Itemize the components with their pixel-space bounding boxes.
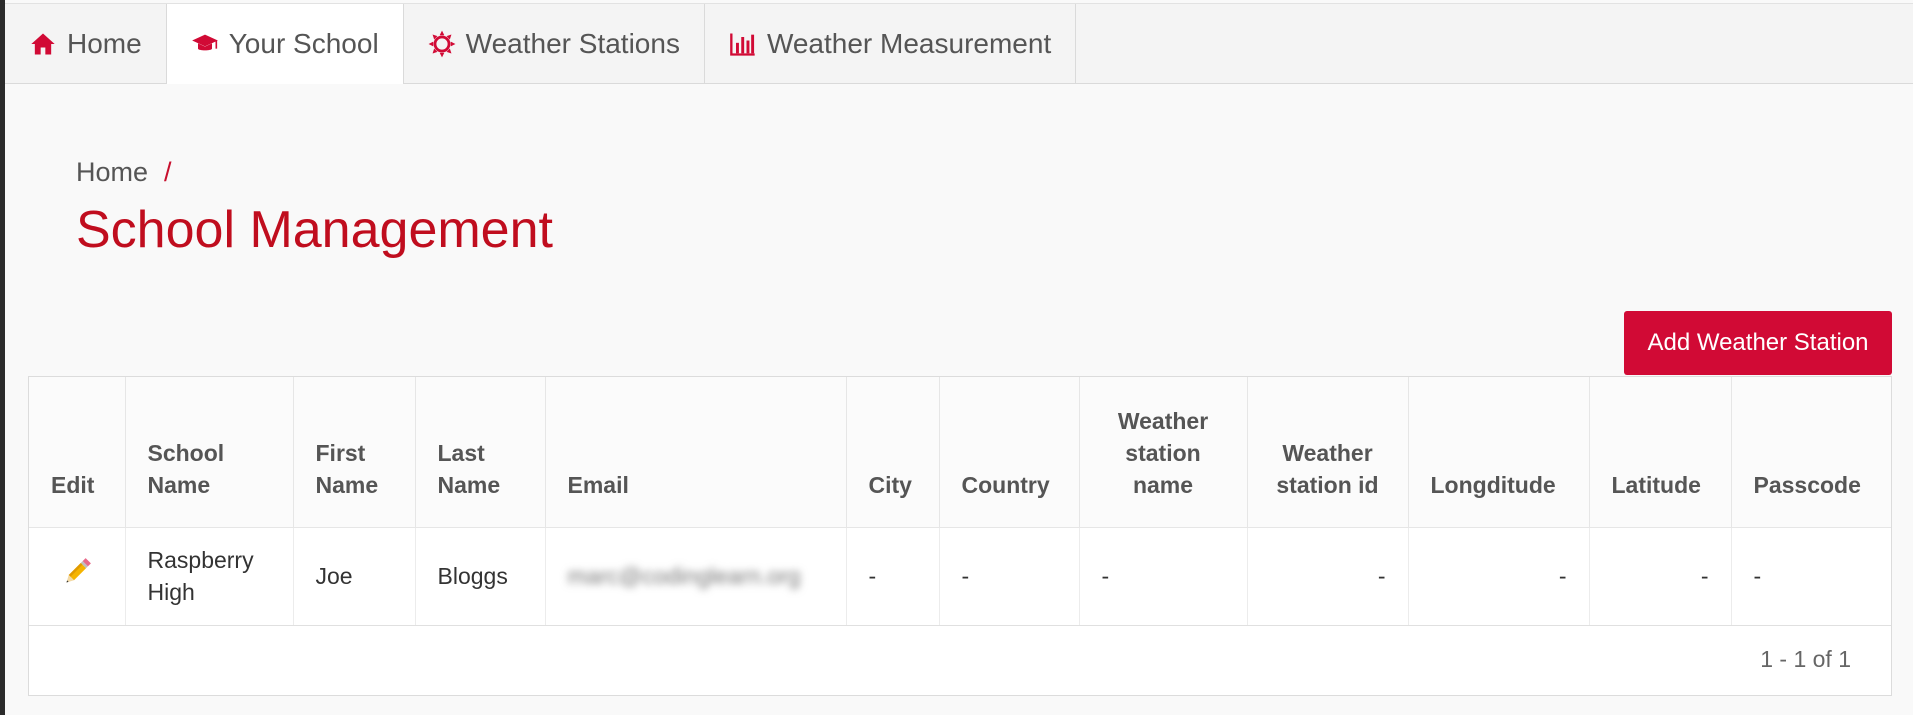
column-header-email: Email [545,377,847,528]
cell-passcode: - [1731,527,1891,626]
cell-last-name: Bloggs [415,527,546,626]
breadcrumb-home-link[interactable]: Home [76,157,148,188]
column-header-country: Country [939,377,1080,528]
cell-school-name: Raspberry High [125,527,294,626]
column-header-first-name: First Name [293,377,416,528]
tab-home[interactable]: Home [5,4,167,83]
pencil-edit-icon[interactable] [60,555,94,589]
tab-weather-measurement[interactable]: Weather Measurement [705,4,1077,83]
column-header-latitude: Latitude [1589,377,1732,528]
column-header-city: City [846,377,940,528]
tab-your-school[interactable]: Your School [166,4,404,84]
column-header-school-name: School Name [125,377,294,528]
edit-cell [29,527,126,626]
page-title: School Management [76,201,553,259]
breadcrumb: Home / [76,157,172,188]
cell-first-name: Joe [293,527,416,626]
column-header-edit: Edit [29,377,126,528]
cell-city: - [846,527,940,626]
column-header-passcode: Passcode [1731,377,1891,528]
column-header-last-name: Last Name [415,377,546,528]
top-navigation: Home Your School Weather Stations Weathe… [5,3,1913,84]
cell-station-name: - [1079,527,1248,626]
breadcrumb-separator: / [164,157,172,187]
tab-weather-stations[interactable]: Weather Stations [404,4,705,83]
cell-longitude: - [1408,527,1590,626]
cell-latitude: - [1589,527,1732,626]
column-header-longitude: Longditude [1408,377,1590,528]
graduation-cap-icon [191,30,219,58]
email-value: marc@codinglearn.org [567,563,801,589]
window-edge [0,0,5,715]
home-icon [29,30,57,58]
pagination-info: 1 - 1 of 1 [1760,646,1851,672]
tab-your-school-label: Your School [228,28,379,59]
cell-country: - [939,527,1080,626]
add-weather-station-button[interactable]: Add Weather Station [1624,311,1892,375]
tab-weather-stations-label: Weather Stations [465,27,680,59]
column-header-station-id: Weather station id [1247,377,1409,528]
school-table: Edit School Name First Name Last Name Em… [29,377,1891,626]
bar-chart-icon [729,30,757,58]
school-table-container: Edit School Name First Name Last Name Em… [28,376,1892,696]
table-row: Raspberry High Joe Bloggs marc@codinglea… [29,527,1891,626]
table-header-row: Edit School Name First Name Last Name Em… [29,377,1891,528]
column-header-station-name: Weather station name [1079,377,1248,528]
cell-station-id: - [1247,527,1409,626]
tab-weather-measurement-label: Weather Measurement [766,27,1052,59]
tab-home-label: Home [67,27,142,59]
cell-email: marc@codinglearn.org [545,527,847,626]
sun-icon [428,30,456,58]
